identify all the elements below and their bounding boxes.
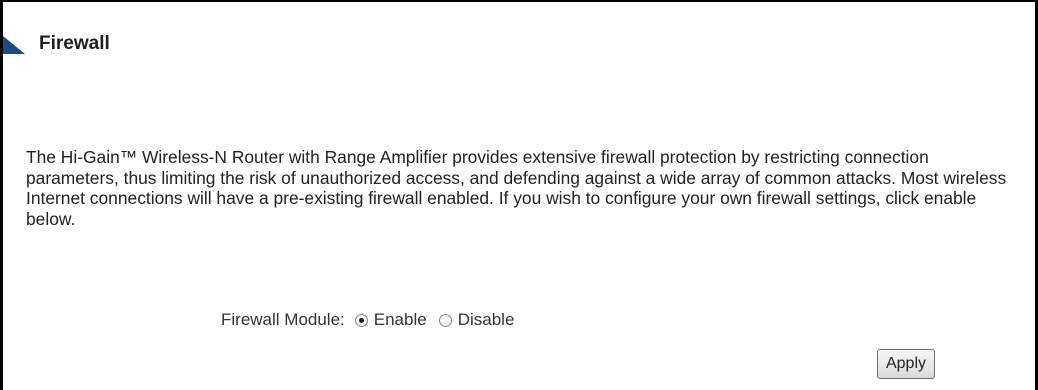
apply-button[interactable]: Apply: [877, 349, 935, 379]
firewall-module-label: Firewall Module:: [221, 310, 345, 329]
firewall-description: The Hi-Gain™ Wireless-N Router with Rang…: [26, 147, 1007, 229]
triangle-marker-icon: [3, 36, 25, 54]
firewall-module-row: Firewall Module: Enable Disable: [221, 308, 526, 332]
disable-radio-label[interactable]: Disable: [458, 310, 515, 330]
page-title-text: Firewall: [39, 33, 110, 54]
content-panel: Firewall The Hi-Gain™ Wireless-N Router …: [0, 0, 1038, 390]
page-title: Firewall: [3, 32, 110, 56]
firewall-disable-option[interactable]: Disable: [438, 310, 515, 330]
disable-radio-button[interactable]: [438, 313, 452, 327]
enable-radio-label[interactable]: Enable: [374, 310, 427, 330]
firewall-enable-option[interactable]: Enable: [354, 310, 427, 330]
enable-radio-button[interactable]: [354, 313, 368, 327]
